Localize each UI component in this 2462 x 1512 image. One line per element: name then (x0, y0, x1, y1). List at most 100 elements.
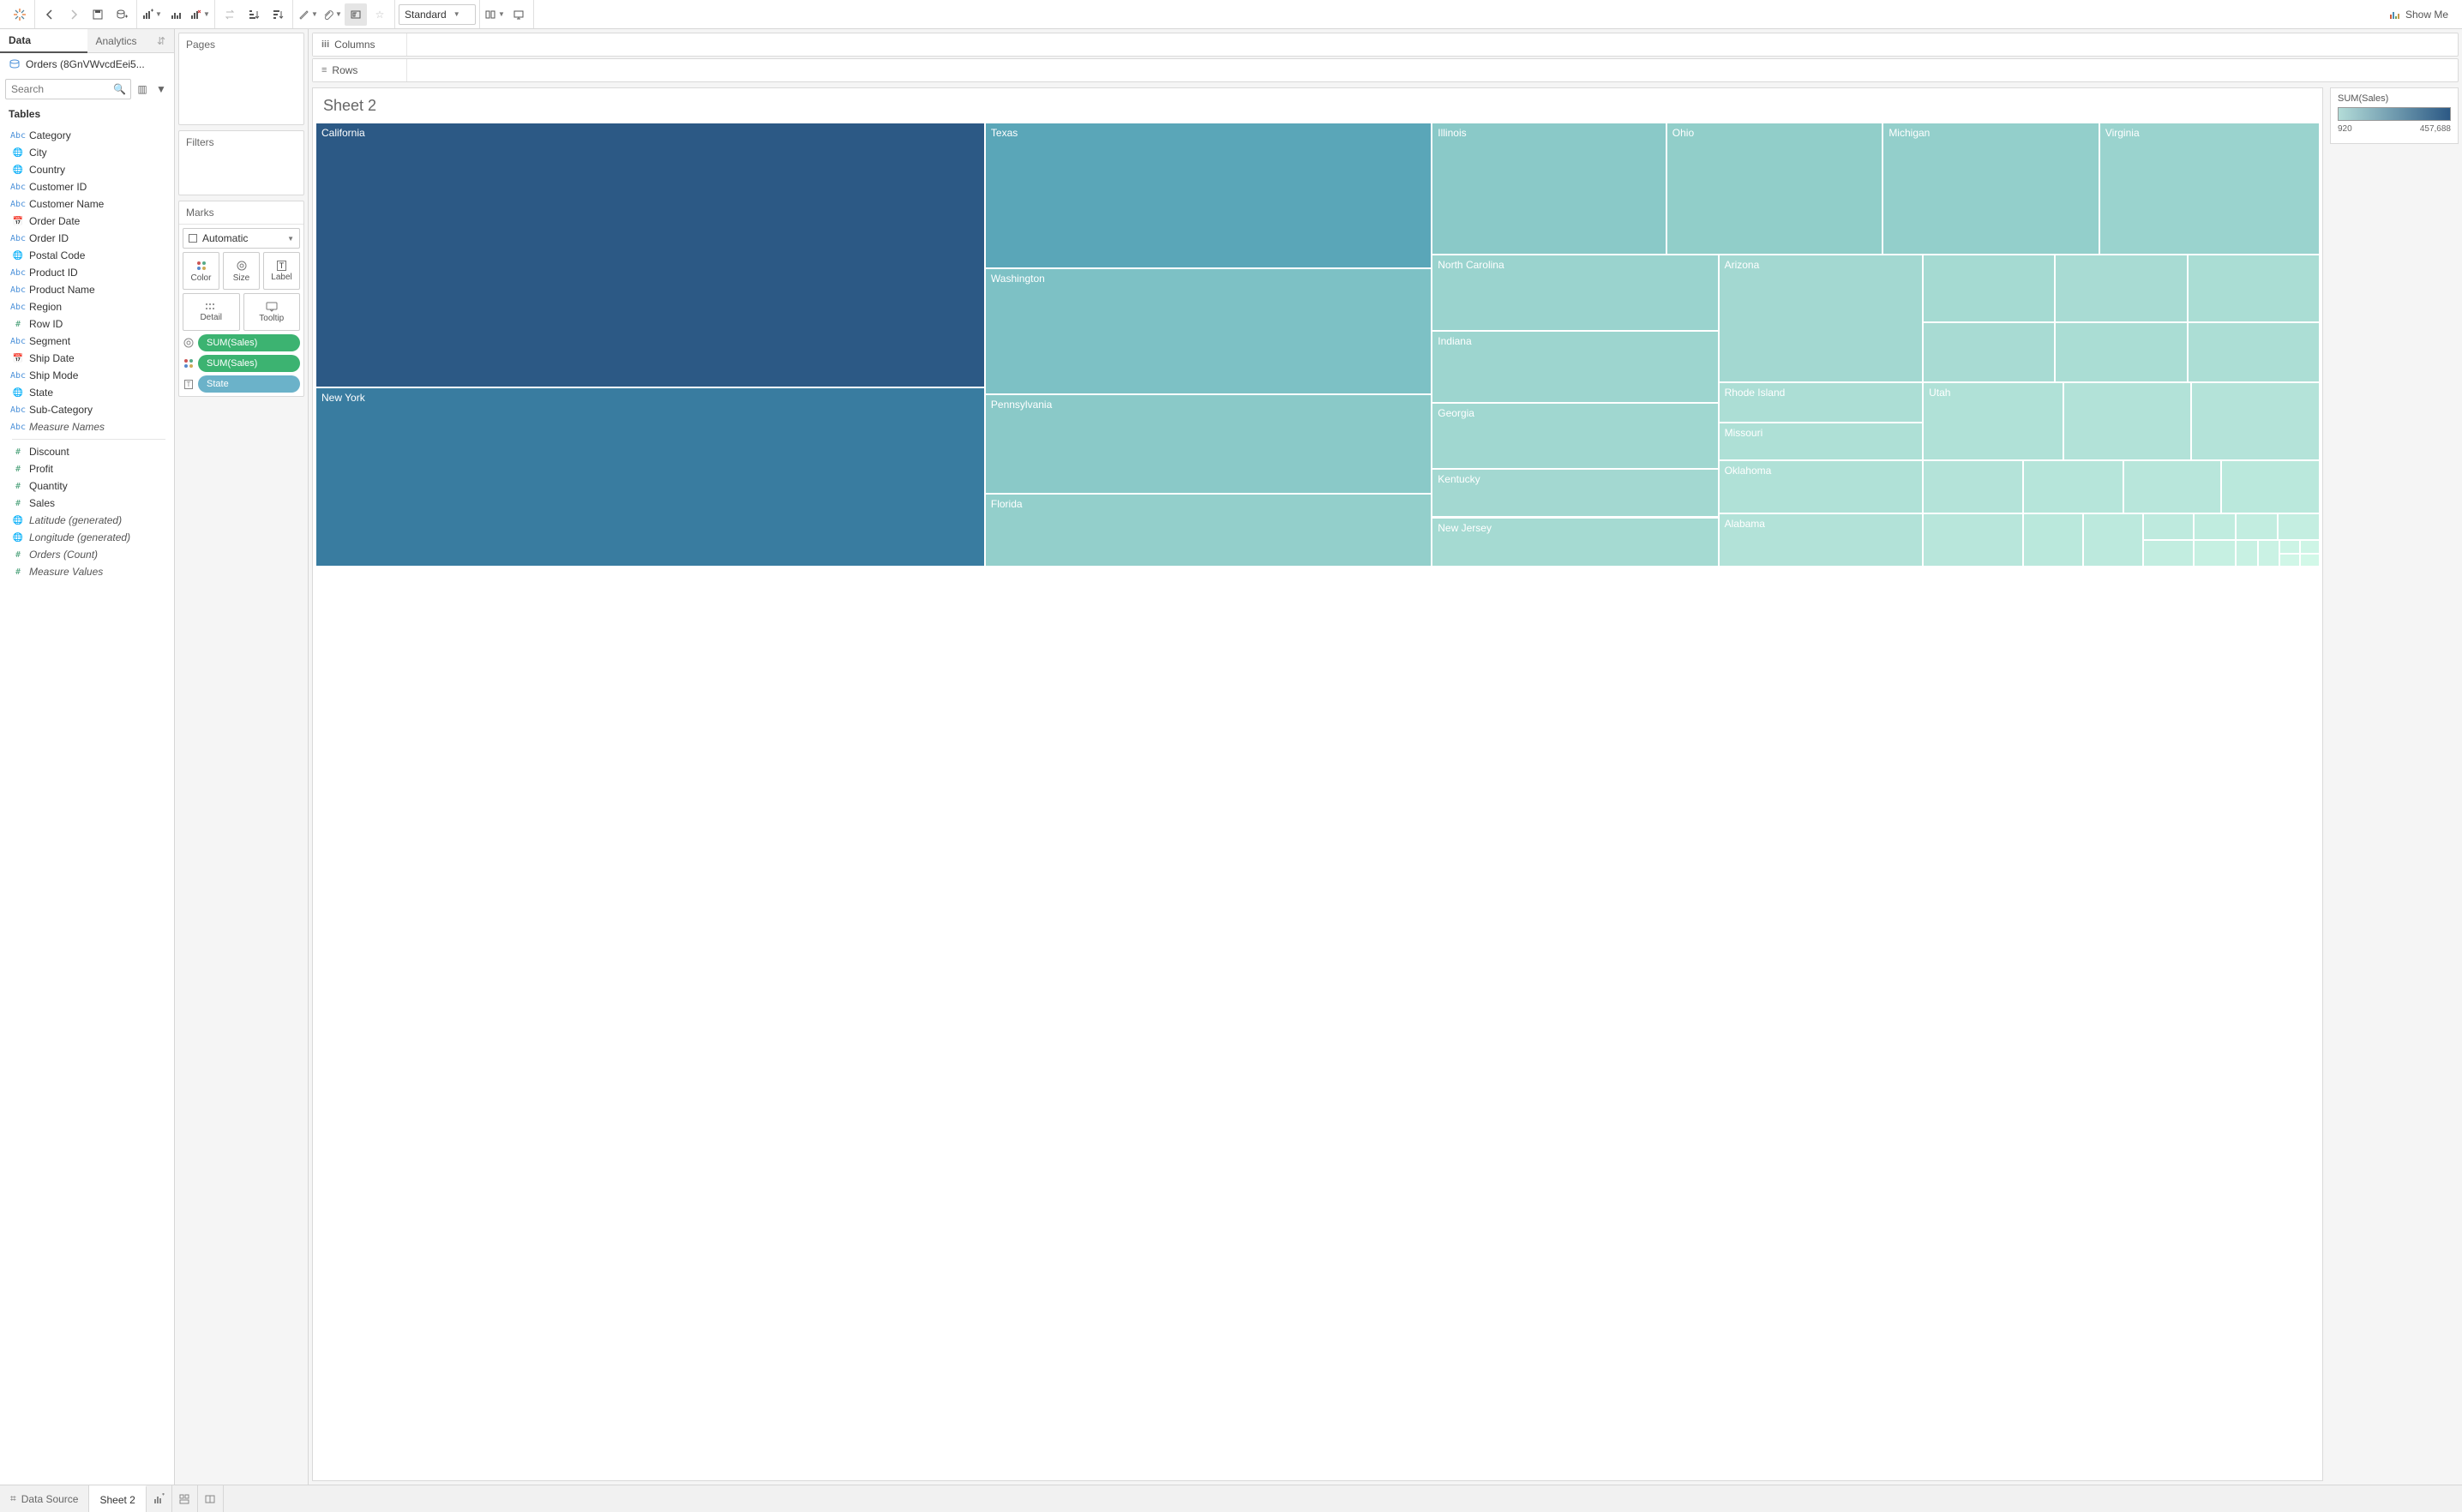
field-segment[interactable]: AbcSegment (0, 333, 174, 350)
treemap-cell-arizona[interactable]: Arizona (1719, 255, 1923, 381)
treemap-cell[interactable] (2083, 513, 2143, 567)
treemap-chart[interactable]: CaliforniaNew YorkTexasWashingtonPennsyl… (315, 122, 2321, 567)
treemap-cell-new-york[interactable]: New York (315, 387, 985, 567)
treemap-cell[interactable] (2236, 540, 2258, 567)
cards-icon[interactable]: ▼ (483, 3, 506, 26)
save-icon[interactable] (87, 3, 109, 26)
star-icon[interactable]: ☆ (369, 3, 391, 26)
mark-size-button[interactable]: Size (223, 252, 260, 290)
mark-label-button[interactable]: T Label (263, 252, 300, 290)
sort-asc-icon[interactable] (243, 3, 265, 26)
treemap-cell[interactable] (2188, 322, 2320, 382)
fit-selector[interactable]: Standard ▼ (399, 4, 476, 25)
datasource-row[interactable]: Orders (8GnVWvcdEei5... (0, 53, 174, 75)
duplicate-sheet-icon[interactable] (165, 3, 187, 26)
treemap-cell-rhode-island[interactable]: Rhode Island (1719, 382, 1923, 423)
new-story-button[interactable] (198, 1485, 224, 1512)
field-measure-values[interactable]: #Measure Values (0, 563, 174, 580)
color-legend[interactable]: SUM(Sales) 920 457,688 (2330, 87, 2459, 144)
field-order-id[interactable]: AbcOrder ID (0, 230, 174, 247)
treemap-cell[interactable] (2055, 322, 2187, 382)
treemap-cell-oklahoma[interactable]: Oklahoma (1719, 460, 1923, 514)
treemap-cell[interactable] (2023, 513, 2083, 567)
new-dashboard-button[interactable] (172, 1485, 198, 1512)
search-input[interactable] (5, 79, 131, 99)
treemap-cell-texas[interactable]: Texas (985, 123, 1432, 268)
field-row-id[interactable]: #Row ID (0, 315, 174, 333)
tab-data[interactable]: Data (0, 29, 87, 53)
labels-icon[interactable] (345, 3, 367, 26)
treemap-cell[interactable] (2055, 255, 2187, 321)
treemap-cell-georgia[interactable]: Georgia (1432, 403, 1718, 468)
treemap-cell[interactable] (2143, 540, 2193, 567)
mark-type-selector[interactable]: Automatic ▼ (183, 228, 300, 249)
field-product-id[interactable]: AbcProduct ID (0, 264, 174, 281)
view-list-icon[interactable]: ▥ (135, 81, 150, 97)
tab-sheet-2[interactable]: Sheet 2 (89, 1485, 146, 1512)
filters-shelf[interactable]: Filters (178, 130, 304, 195)
treemap-cell[interactable] (2300, 540, 2320, 554)
treemap-cell[interactable] (1923, 255, 2055, 321)
field-measure-names[interactable]: AbcMeasure Names (0, 418, 174, 435)
treemap-cell-florida[interactable]: Florida (985, 494, 1432, 567)
treemap-cell-michigan[interactable]: Michigan (1883, 123, 2099, 255)
sort-desc-icon[interactable] (267, 3, 289, 26)
field-orders-count-[interactable]: #Orders (Count) (0, 546, 174, 563)
treemap-cell-kentucky[interactable]: Kentucky (1432, 469, 1718, 518)
treemap-cell[interactable] (2279, 554, 2299, 567)
clear-sheet-icon[interactable]: ▼ (189, 3, 211, 26)
treemap-cell[interactable] (1923, 460, 2023, 514)
pill-sum-sales-[interactable]: SUM(Sales) (183, 355, 300, 372)
sheet-canvas[interactable]: Sheet 2 CaliforniaNew YorkTexasWashingto… (312, 87, 2323, 1481)
field-customer-name[interactable]: AbcCustomer Name (0, 195, 174, 213)
mark-detail-button[interactable]: Detail (183, 293, 240, 331)
forward-icon[interactable] (63, 3, 85, 26)
treemap-cell[interactable] (2300, 554, 2320, 567)
treemap-cell-california[interactable]: California (315, 123, 985, 387)
new-datasource-icon[interactable] (111, 3, 133, 26)
treemap-cell[interactable] (1923, 513, 2023, 567)
field-region[interactable]: AbcRegion (0, 298, 174, 315)
mark-tooltip-button[interactable]: Tooltip (243, 293, 301, 331)
treemap-cell[interactable] (2194, 540, 2236, 567)
field-ship-date[interactable]: 📅Ship Date (0, 350, 174, 367)
new-worksheet-button[interactable] (147, 1485, 172, 1512)
field-postal-code[interactable]: 🌐Postal Code (0, 247, 174, 264)
tableau-logo-icon[interactable] (9, 3, 31, 26)
tab-analytics[interactable]: Analytics ⇵ (87, 29, 175, 53)
treemap-cell-virginia[interactable]: Virginia (2099, 123, 2320, 255)
field-quantity[interactable]: #Quantity (0, 477, 174, 495)
sheet-title[interactable]: Sheet 2 (313, 88, 2322, 122)
field-discount[interactable]: #Discount (0, 443, 174, 460)
field-profit[interactable]: #Profit (0, 460, 174, 477)
attach-icon[interactable]: ▼ (321, 3, 343, 26)
highlight-icon[interactable]: ▼ (297, 3, 319, 26)
treemap-cell[interactable] (2063, 382, 2192, 460)
pill-sum-sales-[interactable]: SUM(Sales) (183, 334, 300, 351)
treemap-cell[interactable] (2194, 513, 2236, 540)
pages-shelf[interactable]: Pages (178, 33, 304, 125)
field-state[interactable]: 🌐State (0, 384, 174, 401)
columns-shelf[interactable]: iiiColumns (312, 33, 2459, 57)
field-ship-mode[interactable]: AbcShip Mode (0, 367, 174, 384)
back-icon[interactable] (39, 3, 61, 26)
treemap-cell-indiana[interactable]: Indiana (1432, 331, 1718, 403)
field-latitude-generated-[interactable]: 🌐Latitude (generated) (0, 512, 174, 529)
field-city[interactable]: 🌐City (0, 144, 174, 161)
treemap-cell[interactable] (2279, 540, 2299, 554)
field-customer-id[interactable]: AbcCustomer ID (0, 178, 174, 195)
tab-datasource[interactable]: ⌗ Data Source (0, 1485, 89, 1512)
field-country[interactable]: 🌐Country (0, 161, 174, 178)
new-worksheet-icon[interactable]: ▼ (141, 3, 163, 26)
swap-icon[interactable] (219, 3, 241, 26)
mark-color-button[interactable]: Color (183, 252, 219, 290)
treemap-cell[interactable] (2143, 513, 2193, 540)
treemap-cell-alabama[interactable]: Alabama (1719, 513, 1923, 567)
treemap-cell[interactable] (2258, 540, 2280, 567)
show-me-button[interactable]: Show Me (2383, 3, 2453, 26)
treemap-cell[interactable] (2221, 460, 2320, 514)
field-order-date[interactable]: 📅Order Date (0, 213, 174, 230)
field-category[interactable]: AbcCategory (0, 127, 174, 144)
chevron-down-icon[interactable]: ▼ (153, 81, 169, 97)
field-product-name[interactable]: AbcProduct Name (0, 281, 174, 298)
